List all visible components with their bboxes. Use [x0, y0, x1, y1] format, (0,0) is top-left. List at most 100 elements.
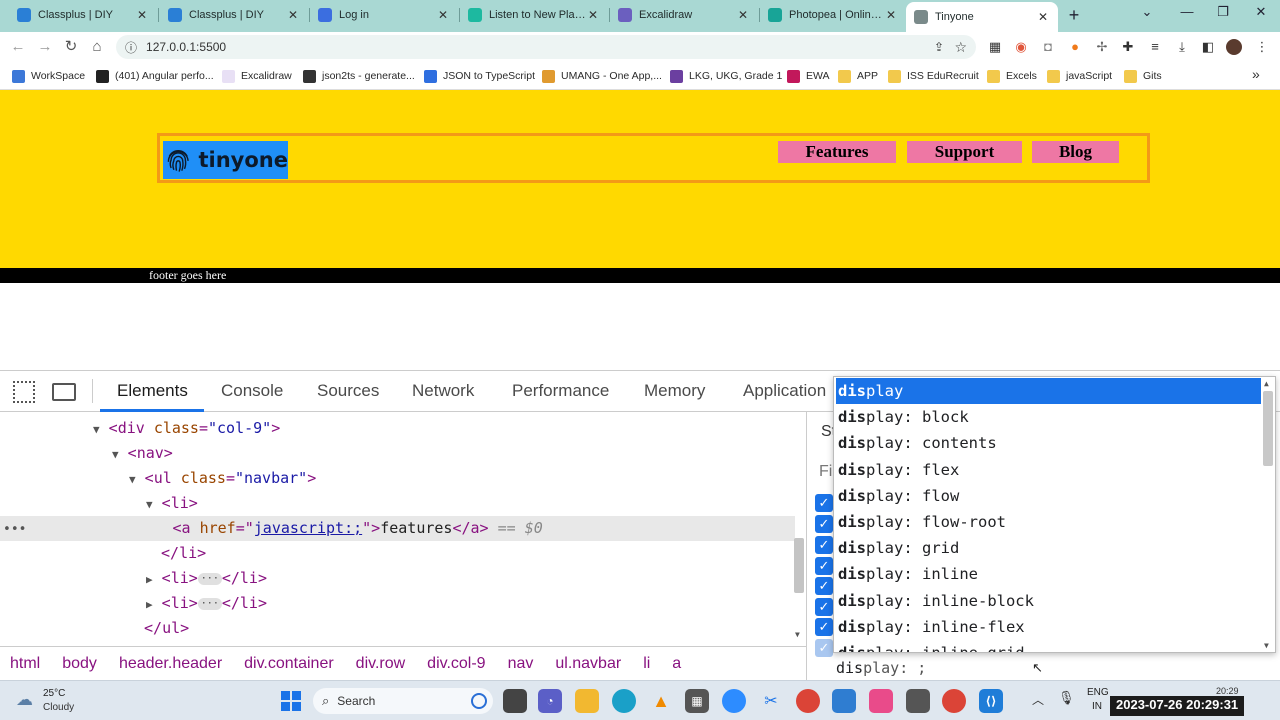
extension-icon[interactable]: ▦ — [987, 39, 1003, 55]
dom-node-li-collapsed[interactable]: ▶ <li> ··· </li> — [0, 591, 795, 616]
elements-scrollbar[interactable] — [794, 538, 804, 593]
property-checkbox[interactable]: ✓ — [815, 515, 833, 533]
task-view-icon[interactable] — [503, 689, 527, 713]
autocomplete-item[interactable]: display: inline-flex — [836, 614, 1261, 640]
bookmark-item[interactable]: WorkSpace — [12, 68, 85, 84]
bookmark-item[interactable]: JSON to TypeScript — [424, 68, 535, 84]
extension-color-icon[interactable]: ◉ — [1013, 39, 1029, 55]
tab-sources[interactable]: Sources — [317, 381, 379, 401]
autocomplete-item[interactable]: display: inline-block — [836, 588, 1261, 614]
close-tab-icon[interactable]: ✕ — [586, 8, 600, 22]
avatar[interactable] — [1226, 39, 1242, 55]
bookmark-item[interactable]: Gits — [1124, 68, 1162, 84]
breadcrumb-item[interactable]: div.row — [356, 655, 406, 673]
back-arrow-icon[interactable]: ← — [8, 37, 28, 57]
bookmark-star-icon[interactable]: ☆ — [954, 39, 967, 56]
browser-tab[interactable]: Excalidraw ✕ — [610, 0, 758, 30]
tab-application[interactable]: Application — [743, 381, 826, 401]
dom-node-li[interactable]: ▼ <li> — [0, 491, 795, 516]
dom-node-ul[interactable]: ▼ <ul class="navbar"> — [0, 466, 795, 491]
menu-kebab-icon[interactable]: ⋮ — [1254, 39, 1270, 55]
bookmark-item[interactable]: LKG, UKG, Grade 1 — [670, 68, 782, 84]
vscode-icon[interactable]: ⟨⟩ — [979, 689, 1003, 713]
bookmark-item[interactable]: json2ts - generate... — [303, 68, 415, 84]
autocomplete-item[interactable]: display: flow-root — [836, 509, 1261, 535]
breadcrumb-item[interactable]: li — [643, 655, 650, 673]
ellipsis-icon[interactable]: ··· — [197, 597, 222, 610]
autocomplete-item[interactable]: display: inline — [836, 561, 1261, 587]
weather-temp[interactable]: 25°C — [43, 688, 65, 699]
device-toolbar-icon[interactable] — [52, 383, 76, 401]
dom-node-div[interactable]: ▼ <div class="col-9"> — [0, 416, 795, 441]
zoom-icon[interactable] — [722, 689, 746, 713]
extensions-puzzle-icon[interactable]: ✚ — [1120, 39, 1136, 55]
language-line-2[interactable]: IN — [1092, 701, 1102, 712]
close-window-button[interactable]: ✕ — [1250, 4, 1272, 22]
browser-tab[interactable]: Classplus | DIY ✕ — [160, 0, 308, 30]
breadcrumb-item[interactable]: nav — [508, 655, 534, 673]
info-icon[interactable]: ⓘ — [125, 39, 137, 56]
forward-arrow-icon[interactable]: → — [35, 37, 55, 57]
bookmark-item[interactable]: UMANG - One App,... — [542, 68, 662, 84]
ellipsis-icon[interactable]: ··· — [197, 572, 222, 585]
close-tab-icon[interactable]: ✕ — [135, 8, 149, 22]
site-logo[interactable]: tinyone — [163, 141, 288, 179]
edge-icon[interactable] — [612, 689, 636, 713]
download-icon[interactable]: ⤓ — [1174, 39, 1190, 55]
autocomplete-item[interactable]: display: flex — [836, 457, 1261, 483]
property-checkbox[interactable]: ✓ — [815, 639, 833, 657]
chrome-icon[interactable] — [796, 689, 820, 713]
css-property-input[interactable]: display: ; — [836, 657, 1276, 679]
minimize-button[interactable]: — — [1176, 4, 1198, 22]
close-tab-icon[interactable]: ✕ — [736, 8, 750, 22]
camera-icon[interactable]: ◘ — [1040, 39, 1056, 55]
share-icon[interactable]: ⇪ — [934, 40, 944, 54]
maximize-button[interactable]: ❐ — [1212, 4, 1234, 22]
autocomplete-item[interactable]: display: grid — [836, 535, 1261, 561]
property-checkbox[interactable]: ✓ — [815, 536, 833, 554]
dom-node-a-selected[interactable]: ••• <a href="javascript:;">features</a> =… — [0, 516, 795, 541]
tab-network[interactable]: Network — [412, 381, 474, 401]
browser-tab[interactable]: Tinyone ✕ — [906, 2, 1058, 32]
ms-paint-icon[interactable] — [869, 689, 893, 713]
bookmark-item[interactable]: APP — [838, 68, 878, 84]
tab-performance[interactable]: Performance — [512, 381, 609, 401]
property-checkbox[interactable]: ✓ — [815, 618, 833, 636]
tab-memory[interactable]: Memory — [644, 381, 705, 401]
taskbar-search-box[interactable]: ⌕ Search — [313, 688, 493, 714]
autocomplete-item[interactable]: display: inline-grid — [836, 640, 1261, 652]
tab-console[interactable]: Console — [221, 381, 283, 401]
language-line-1[interactable]: ENG — [1087, 687, 1109, 698]
breadcrumb-item[interactable]: a — [672, 655, 681, 673]
close-tab-icon[interactable]: ✕ — [1036, 10, 1050, 24]
bookmark-item[interactable]: Excels — [987, 68, 1037, 84]
close-tab-icon[interactable]: ✕ — [436, 8, 450, 22]
tray-chevron-up-icon[interactable]: ︿ — [1032, 691, 1044, 708]
expand-triangle-icon[interactable]: ▼ — [146, 498, 153, 511]
breadcrumb-item[interactable]: div.col-9 — [427, 655, 485, 673]
vlc-icon[interactable]: ▲ — [649, 689, 673, 713]
extension-cross-icon[interactable]: ✢ — [1094, 39, 1110, 55]
bookmark-item[interactable]: (401) Angular perfo... — [96, 68, 214, 84]
tab-elements[interactable]: Elements — [117, 381, 188, 401]
autocomplete-item[interactable]: display — [836, 378, 1261, 404]
dom-node-ul-close[interactable]: </ul> — [0, 616, 795, 641]
expand-triangle-icon[interactable]: ▼ — [129, 473, 136, 486]
more-bookmarks-icon[interactable]: » — [1252, 66, 1260, 82]
bookmark-item[interactable]: javaScript — [1047, 68, 1112, 84]
browser-tab[interactable]: Listen to New Playlist ✕ — [460, 0, 608, 30]
property-checkbox[interactable]: ✓ — [815, 577, 833, 595]
browser-tab[interactable]: Classplus | DIY ✕ — [9, 0, 157, 30]
collapse-triangle-icon[interactable]: ▶ — [146, 573, 153, 586]
dom-node-li-collapsed[interactable]: ▶ <li> ··· </li> — [0, 566, 795, 591]
breadcrumb-item[interactable]: div.container — [244, 655, 334, 673]
home-icon[interactable]: ⌂ — [87, 37, 107, 57]
microsoft-store-icon[interactable]: ▦ — [685, 689, 709, 713]
inspect-element-icon[interactable] — [13, 381, 35, 403]
expand-triangle-icon[interactable]: ▼ — [112, 448, 119, 461]
breadcrumb-item[interactable]: html — [10, 655, 40, 673]
tab-search-chevron-icon[interactable]: ⌄ — [1136, 4, 1158, 22]
extension-orange-icon[interactable]: ● — [1067, 39, 1083, 55]
bookmark-item[interactable]: EWA — [787, 68, 830, 84]
autocomplete-item[interactable]: display: block — [836, 404, 1261, 430]
